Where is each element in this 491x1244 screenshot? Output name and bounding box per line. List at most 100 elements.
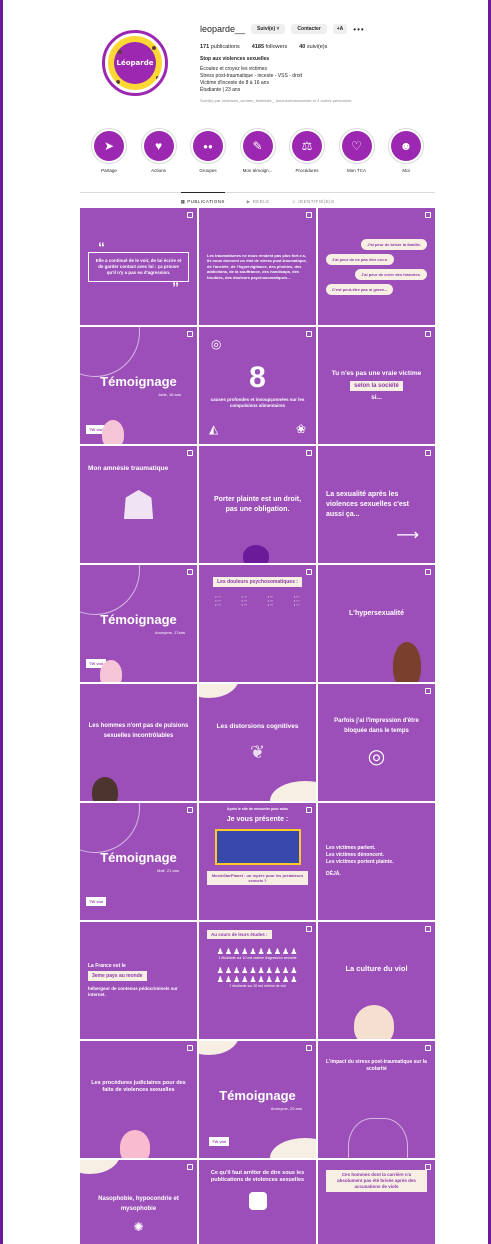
carousel-icon	[306, 569, 312, 575]
post-tile[interactable]: “ Elle a continué de le voir, de lui écr…	[80, 208, 197, 325]
profile-page: Léoparde leoparde__ Suivi(e) ˅ Contacter…	[80, 10, 435, 1244]
brain-puzzle-icon: ☗	[120, 484, 157, 528]
post-title: Nasophobie, hypocondrie et mysophobie	[98, 1196, 179, 1212]
post-tile[interactable]: Après le site de rencontre pour ados Je …	[199, 803, 316, 920]
highlight-groupes[interactable]: ●● Groupes	[187, 128, 229, 183]
post-title: Les distorsions cognitives	[216, 723, 299, 730]
post-tile[interactable]: Témoignage Anonyme, 20 ans TW viol	[199, 1041, 316, 1158]
post-subtitle: Anonyme, 20 ans	[270, 1106, 302, 1111]
post-title: Ces hommes dont la carrière n'a absolume…	[326, 1170, 427, 1192]
highlight-procedures[interactable]: ⚖ Procédures	[286, 128, 328, 183]
list-item: • ··· • ··· • ···	[267, 595, 274, 607]
carousel-icon	[187, 1164, 193, 1170]
followers-stat[interactable]: 4185 followers	[252, 44, 287, 50]
symptom-list: • ··· • ··· • ··· • ··· • ··· • ··· • ··· • ·…	[207, 595, 308, 607]
highlight-label: Actions	[151, 168, 166, 173]
post-tile[interactable]: Les hommes n'ont pas de pulsions sexuell…	[80, 684, 197, 801]
post-tile[interactable]: L'impact du stress post-traumatique sur …	[318, 1041, 435, 1158]
post-tile[interactable]: Parfois j'ai l'impression d'être bloquée…	[318, 684, 435, 801]
post-tile[interactable]: La sexualité après les violences sexuell…	[318, 446, 435, 563]
post-tile[interactable]: Les procédures judiciaires pour des fait…	[80, 1041, 197, 1158]
profile-header: Léoparde leoparde__ Suivi(e) ˅ Contacter…	[80, 10, 435, 118]
post-text: Les victimes portent plainte.	[326, 859, 394, 865]
post-title: Témoignage	[219, 1088, 296, 1103]
heart-outline-icon: ♡	[341, 131, 372, 161]
post-tile[interactable]: J'ai peur de briser la famille. J'ai peu…	[318, 208, 435, 325]
contact-button[interactable]: Contacter	[291, 24, 327, 34]
post-tile[interactable]: Témoignage Jade, 16 ans TW viol	[80, 327, 197, 444]
post-text: Les traumatismes ne nous rendent pas plu…	[207, 252, 307, 280]
profile-stats: 171 publications 4185 followers 40 suivi…	[200, 44, 440, 50]
highlight-label: Mon TCA	[347, 168, 366, 173]
post-number: 8	[249, 360, 266, 394]
bio-line: Stress post-traumatique - inceste - VSS …	[200, 73, 302, 79]
post-title: Témoignage	[100, 850, 177, 865]
post-tile[interactable]: Au cours de leurs études : ♟♟♟♟♟♟♟♟♟♟ 1 …	[199, 922, 316, 1039]
highlight-label: Mon témoign...	[242, 168, 273, 173]
post-tile[interactable]: Témoignage Anonyme, 17ans TW viol	[80, 565, 197, 682]
cake-icon: ◭	[209, 422, 219, 436]
post-title: Les douleurs psychosomatiques :	[213, 577, 302, 587]
highlight-moi[interactable]: ☻ Moi	[385, 128, 427, 183]
post-tile[interactable]: Ces hommes dont la carrière n'a absolume…	[318, 1160, 435, 1244]
post-tile[interactable]: Ce qu'il faut arrêter de dire sous les p…	[199, 1160, 316, 1244]
post-tile[interactable]: Les douleurs psychosomatiques : • ··· • ·…	[199, 565, 316, 682]
tab-identified[interactable]: ☺ IDENTIFIÉ(E)S	[291, 197, 334, 206]
spot-icon	[152, 46, 156, 50]
post-tile[interactable]: Les distorsions cognitives ❦	[199, 684, 316, 801]
post-tile[interactable]: Tu n'es pas une vraie victime selon la s…	[318, 327, 435, 444]
highlight-partage[interactable]: ➤ Partage	[88, 128, 130, 183]
followed-by[interactable]: Suivi(e) par violences_women_feministe_,…	[200, 98, 440, 103]
highlight-temoignage[interactable]: ✎ Mon témoign...	[237, 128, 279, 183]
post-tile[interactable]: Porter plainte est un droit, pas une obl…	[199, 446, 316, 563]
carousel-icon	[306, 212, 312, 218]
tab-reels[interactable]: ▶ REELS	[247, 197, 270, 206]
carousel-icon	[187, 1045, 193, 1051]
post-text: causes profondes et insoupçonnées sur le…	[210, 396, 305, 408]
post-title: Parfois j'ai l'impression d'être bloquée…	[334, 718, 419, 734]
following-stat[interactable]: 40 suivi(e)s	[299, 44, 327, 50]
spot-icon	[116, 80, 120, 84]
heart-icon: ♥	[143, 131, 174, 161]
post-text: Les victimes parlent.	[326, 845, 376, 851]
post-tile[interactable]: Les traumatismes ne nous rendent pas plu…	[199, 208, 316, 325]
post-tile[interactable]: Mon amnésie traumatique ☗	[80, 446, 197, 563]
post-highlight: 3eme pays au monde	[88, 971, 147, 981]
post-text: si...	[371, 393, 382, 401]
following-button[interactable]: Suivi(e) ˅	[251, 24, 286, 34]
post-tile[interactable]: La culture du viol	[318, 922, 435, 1039]
speech-bubble: J'ai peur de briser la famille.	[361, 238, 427, 250]
tab-publications[interactable]: ▦ PUBLICATIONS	[180, 192, 225, 206]
highlight-actions[interactable]: ♥ Actions	[138, 128, 180, 183]
carousel-icon	[187, 807, 193, 813]
person-illustration	[92, 777, 118, 801]
highlight-tca[interactable]: ♡ Mon TCA	[336, 128, 378, 183]
more-options-icon[interactable]: •••	[353, 25, 364, 34]
post-subtitle: Anonyme, 17ans	[154, 630, 185, 635]
avatar-center: Léoparde	[114, 42, 156, 84]
tw-sign: TW viol	[86, 897, 107, 906]
list-item: • ··· • ··· • ···	[294, 595, 300, 607]
send-icon: ➤	[94, 131, 124, 161]
post-tile[interactable]: Témoignage Maë, 21 ans TW viol	[80, 803, 197, 920]
decor-blob	[199, 1041, 239, 1055]
post-title: Au cours de leurs études :	[207, 930, 272, 939]
add-user-button[interactable]: +A	[332, 24, 348, 34]
post-tile[interactable]: L'hypersexualité	[318, 565, 435, 682]
post-tile[interactable]: La France est le 3eme pays au monde hébe…	[80, 922, 197, 1039]
post-title: Mon amnésie traumatique	[88, 465, 169, 472]
publications-stat: 171 publications	[200, 44, 240, 50]
speech-bubble: C'est peut-être pas si grave...	[326, 283, 394, 295]
username: leoparde__	[200, 24, 246, 34]
avatar[interactable]: Léoparde	[102, 30, 168, 96]
post-tile[interactable]: Nasophobie, hypocondrie et mysophobie ✺	[80, 1160, 197, 1244]
post-tile[interactable]: ◎ 8 causes profondes et insoupçonnées su…	[199, 327, 316, 444]
brain-icon: ❦	[249, 742, 266, 762]
post-tile[interactable]: Les victimes parlent. Les victimes dénon…	[318, 803, 435, 920]
person-illustration	[393, 642, 421, 682]
bio: Stop aux violences sexuelles Écoutez et …	[200, 56, 440, 94]
chat-icon: ●●	[193, 131, 223, 161]
stat-text: 1 étudiante sur 10 est victime d'agressi…	[218, 956, 297, 960]
post-subtitle: Maë, 21 ans	[156, 868, 179, 873]
post-subtitle: Jade, 16 ans	[158, 392, 181, 397]
